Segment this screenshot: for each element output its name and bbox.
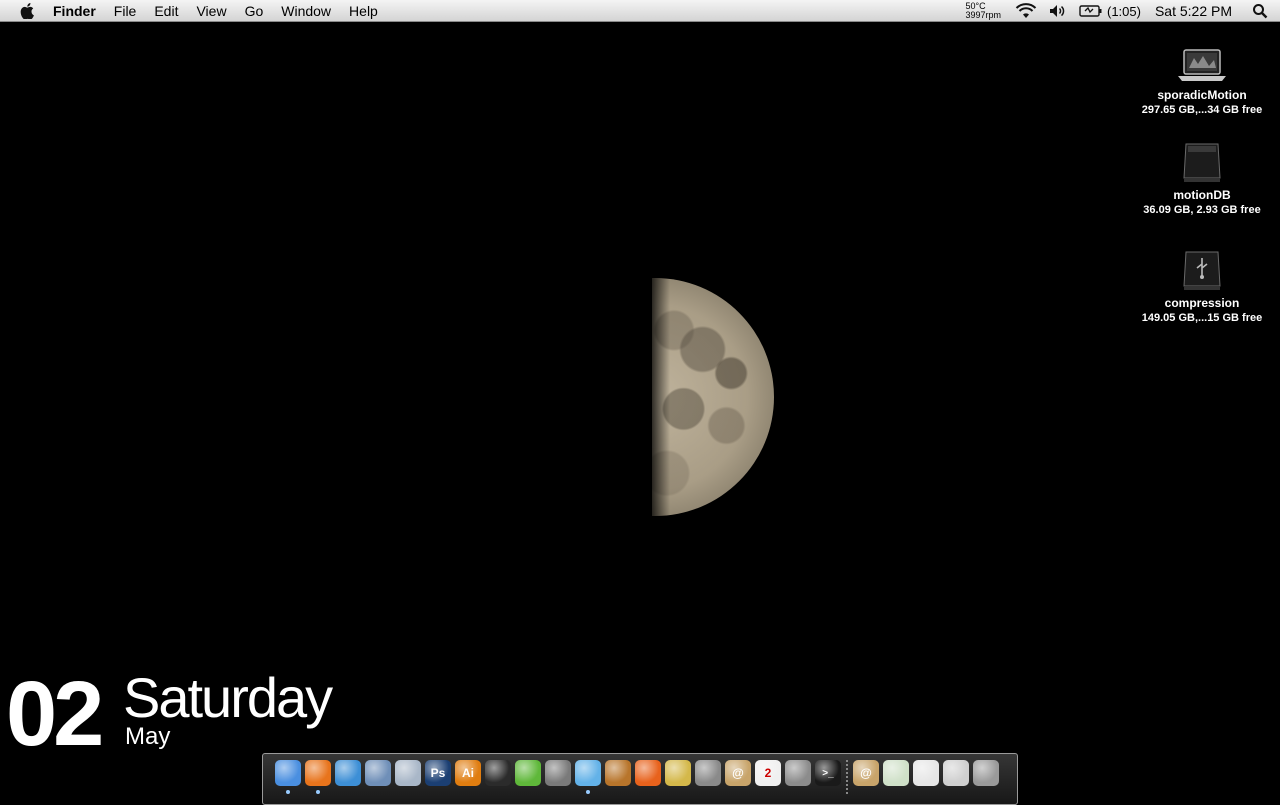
trash-icon bbox=[973, 760, 999, 786]
menu-edit[interactable]: Edit bbox=[145, 0, 187, 22]
dock: Ps Ai @2 >_ @ bbox=[262, 753, 1018, 805]
drive-name: sporadicMotion bbox=[1157, 88, 1247, 102]
dock-item-trash[interactable] bbox=[971, 760, 1001, 794]
dock-item-documents-stack[interactable] bbox=[881, 760, 911, 794]
dock-item-firefox[interactable] bbox=[303, 760, 333, 794]
mail-icon bbox=[365, 760, 391, 786]
dock-item-ical[interactable]: 2 bbox=[753, 760, 783, 794]
imovie-icon bbox=[665, 760, 691, 786]
usb-drive-icon bbox=[1174, 248, 1230, 292]
drive-name: motionDB bbox=[1173, 188, 1231, 202]
menu-go[interactable]: Go bbox=[236, 0, 273, 22]
ichat-icon bbox=[395, 760, 421, 786]
fan-speed-readout: 3997rpm bbox=[965, 10, 1001, 20]
dock-item-address-stack[interactable]: @ bbox=[851, 760, 881, 794]
menu-window[interactable]: Window bbox=[272, 0, 340, 22]
battery-time: (1:05) bbox=[1106, 3, 1141, 19]
dock-item-transmit[interactable] bbox=[543, 760, 573, 794]
menu-clock[interactable]: Sat 5:22 PM bbox=[1155, 3, 1232, 19]
date-month: May bbox=[125, 723, 171, 750]
illustrator-icon-label: Ai bbox=[462, 766, 474, 780]
dock-separator-line bbox=[846, 760, 848, 794]
hard-drive-icon bbox=[1174, 140, 1230, 184]
drive-info: 36.09 GB, 2.93 GB free bbox=[1143, 204, 1261, 216]
dock-item-illustrator[interactable]: Ai bbox=[453, 760, 483, 794]
dock-item-file-stack[interactable] bbox=[911, 760, 941, 794]
running-indicator bbox=[286, 790, 290, 794]
safari-icon bbox=[335, 760, 361, 786]
illustrator-icon: Ai bbox=[455, 760, 481, 786]
terminal-icon-label: >_ bbox=[822, 767, 834, 779]
volume-icon[interactable] bbox=[1049, 4, 1067, 18]
dock-item-safari[interactable] bbox=[333, 760, 363, 794]
temperature-monitor[interactable]: 50°C 3997rpm bbox=[965, 2, 1001, 20]
battery-icon bbox=[1079, 5, 1102, 17]
running-indicator bbox=[316, 790, 320, 794]
drive-sporadicmotion[interactable]: sporadicMotion 297.65 GB,...34 GB free bbox=[1127, 40, 1277, 117]
moon-disc bbox=[652, 278, 774, 516]
address-stack-icon-label: @ bbox=[860, 766, 872, 780]
dock-item-aperture[interactable] bbox=[483, 760, 513, 794]
garageband-icon bbox=[605, 760, 631, 786]
dock-item-terminal[interactable]: >_ bbox=[813, 760, 843, 794]
dock-item-app-orange[interactable] bbox=[633, 760, 663, 794]
dock-item-photoshop[interactable]: Ps bbox=[423, 760, 453, 794]
dock-item-address-book[interactable]: @ bbox=[723, 760, 753, 794]
downloads-stack-icon bbox=[943, 760, 969, 786]
dock-item-imovie[interactable] bbox=[663, 760, 693, 794]
documents-stack-icon bbox=[883, 760, 909, 786]
address-stack-icon: @ bbox=[853, 760, 879, 786]
moon-terminator bbox=[652, 278, 670, 516]
address-book-icon-label: @ bbox=[732, 766, 744, 780]
itunes-icon bbox=[575, 760, 601, 786]
dock-item-system-preferences[interactable] bbox=[783, 760, 813, 794]
wifi-icon[interactable] bbox=[1015, 3, 1037, 19]
wallpaper-moon bbox=[652, 278, 774, 516]
spotlight-icon[interactable] bbox=[1252, 3, 1268, 19]
menu-help[interactable]: Help bbox=[340, 0, 387, 22]
firefox-icon bbox=[305, 760, 331, 786]
system-preferences-icon bbox=[785, 760, 811, 786]
photoshop-icon-label: Ps bbox=[430, 766, 446, 780]
menu-extras: 50°C 3997rpm (1:05) Sat 5:22 PM bbox=[965, 0, 1280, 22]
ical-icon-label: 2 bbox=[764, 766, 772, 780]
dock-item-ichat[interactable] bbox=[393, 760, 423, 794]
dock-item-app-grey[interactable] bbox=[693, 760, 723, 794]
drive-name: compression bbox=[1164, 296, 1240, 310]
menu-file[interactable]: File bbox=[105, 0, 146, 22]
apple-icon bbox=[20, 2, 34, 19]
menu-bar: Finder File Edit View Go Window Help 50°… bbox=[0, 0, 1280, 22]
battery-status[interactable]: (1:05) bbox=[1079, 4, 1141, 19]
drive-motiondb[interactable]: motionDB 36.09 GB, 2.93 GB free bbox=[1127, 140, 1277, 217]
drive-compression[interactable]: compression 149.05 GB,...15 GB free bbox=[1127, 248, 1277, 325]
date-day: 02 bbox=[6, 663, 104, 765]
drive-info: 149.05 GB,...15 GB free bbox=[1141, 312, 1263, 324]
date-weekday: Saturday bbox=[123, 666, 333, 729]
menu-view[interactable]: View bbox=[187, 0, 235, 22]
app-grey-icon bbox=[695, 760, 721, 786]
laptop-icon bbox=[1174, 40, 1230, 84]
menu-finder[interactable]: Finder bbox=[44, 0, 105, 22]
dock-item-finder[interactable] bbox=[273, 760, 303, 794]
dock-item-garageband[interactable] bbox=[603, 760, 633, 794]
ical-icon: 2 bbox=[755, 760, 781, 786]
dock-item-coda[interactable] bbox=[513, 760, 543, 794]
running-indicator bbox=[586, 790, 590, 794]
dock-separator[interactable] bbox=[843, 760, 851, 798]
apple-menu[interactable] bbox=[18, 2, 36, 20]
file-stack-icon bbox=[913, 760, 939, 786]
dock-item-mail[interactable] bbox=[363, 760, 393, 794]
aperture-icon bbox=[485, 760, 511, 786]
coda-icon bbox=[515, 760, 541, 786]
transmit-icon bbox=[545, 760, 571, 786]
app-orange-icon bbox=[635, 760, 661, 786]
finder-icon bbox=[275, 760, 301, 786]
terminal-icon: >_ bbox=[815, 760, 841, 786]
dock-item-downloads-stack[interactable] bbox=[941, 760, 971, 794]
address-book-icon: @ bbox=[725, 760, 751, 786]
dock-item-itunes[interactable] bbox=[573, 760, 603, 794]
photoshop-icon: Ps bbox=[425, 760, 451, 786]
drive-info: 297.65 GB,...34 GB free bbox=[1141, 104, 1263, 116]
